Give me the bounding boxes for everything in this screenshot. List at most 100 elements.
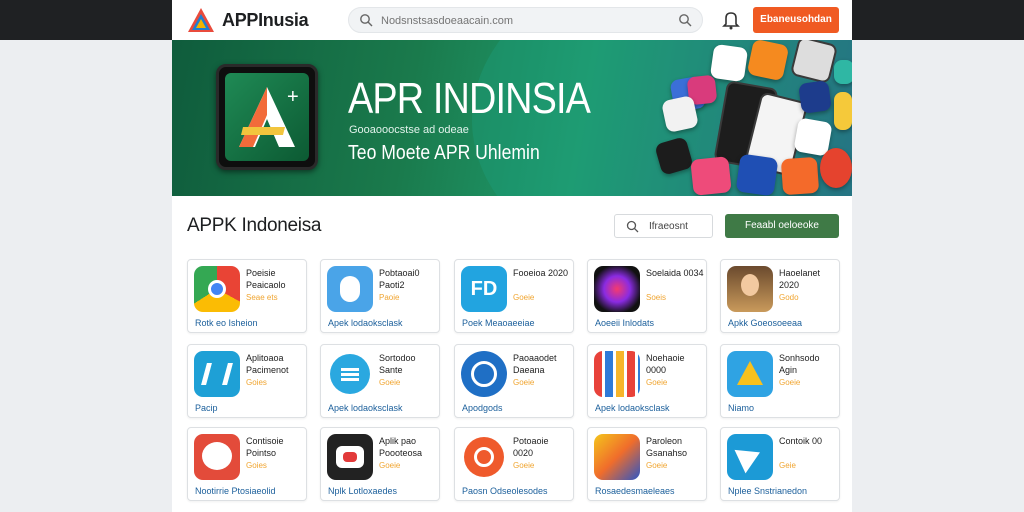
app-link[interactable]: Paosn Odseolesodes — [462, 486, 548, 496]
app-meta: Godo — [779, 293, 799, 302]
app-name: Poeisie Peaicaolo — [246, 268, 286, 290]
collage-tile — [709, 43, 749, 83]
app-card[interactable]: Paroleon Gsanahso Goeie Rosaedesmaeleaes — [587, 427, 707, 501]
app-card[interactable]: Pobtaoai0 Paoti2 Paoie Apek lodaoksclask — [320, 259, 440, 333]
collage-tile — [735, 153, 779, 196]
app-link[interactable]: Rosaedesmaeleaes — [595, 486, 675, 496]
bars-icon — [194, 351, 240, 397]
app-card[interactable]: Potoaoie 0020 Goeie Paosn Odseolesodes — [454, 427, 574, 501]
app-name: Haoelanet 2020 — [779, 268, 821, 290]
app-meta: Paoie — [379, 293, 400, 302]
app-link[interactable]: Apek lodaoksclask — [328, 403, 403, 413]
grid-icon — [594, 351, 640, 397]
app-meta: Goeie — [513, 461, 535, 470]
app-card[interactable]: FD Fooeioa 2020 Goeie Poek Meaoaeeiae — [454, 259, 574, 333]
app-name: Sortodoo Sante — [379, 353, 416, 375]
app-link[interactable]: Poek Meaoaeeiae — [462, 318, 535, 328]
app-meta: Goies — [246, 461, 267, 470]
app-link[interactable]: Apek lodaoksclask — [328, 318, 403, 328]
app-card[interactable]: Noehaoie 0000 Goeie Apek lodaoksclask — [587, 344, 707, 418]
app-name: Contisoie Pointso — [246, 436, 284, 458]
search-bar[interactable] — [348, 7, 703, 33]
view-all-button[interactable]: Feaabl oeloeoke — [725, 214, 839, 238]
app-name: Pobtaoai0 Paoti2 — [379, 268, 420, 290]
hero-banner[interactable]: + APR INDINSIA Gooaooocstse ad odeae Teo… — [172, 40, 852, 196]
app-link[interactable]: Pacip — [195, 403, 218, 413]
collage-tile — [820, 148, 852, 188]
app-meta: Goeie — [646, 378, 668, 387]
app-card[interactable]: Sortodoo Sante Goeie Apek lodaoksclask — [320, 344, 440, 418]
app-name: Paroleon Gsanahso — [646, 436, 688, 458]
app-card[interactable]: Sonhsodo Agin Goeie Niamo — [720, 344, 840, 418]
clock-icon — [461, 434, 507, 480]
app-meta: Goeie — [513, 293, 535, 302]
search-icon — [626, 220, 639, 233]
app-link[interactable]: Apodgods — [462, 403, 503, 413]
record-icon — [327, 434, 373, 480]
app-card[interactable]: Paoaaodet Daeana Goeie Apodgods — [454, 344, 574, 418]
filter-dropdown[interactable]: Ifraeosnt — [614, 214, 713, 238]
app-link[interactable]: Nplee Snstrianedon — [728, 486, 807, 496]
butterfly-icon — [594, 266, 640, 312]
triangle-icon — [727, 351, 773, 397]
app-name: Aplitoaoa Pacimenot — [246, 353, 289, 375]
app-card[interactable]: Soelaida 0034 Soeis Aoeeii Inlodats — [587, 259, 707, 333]
app-name: Contoik 00 — [779, 436, 823, 446]
hero-app-logo: + — [216, 64, 318, 170]
hero-title: APR INDINSIA — [348, 74, 591, 123]
download-button[interactable]: Ebaneusohdan — [753, 7, 839, 33]
app-meta: Geie — [779, 461, 796, 470]
app-link[interactable]: Aoeeii Inlodats — [595, 318, 654, 328]
menu-icon — [327, 351, 373, 397]
app-link[interactable]: Nootirrie Ptosiaeolid — [195, 486, 276, 496]
search-input[interactable] — [381, 12, 671, 29]
right-gutter — [852, 40, 1024, 512]
app-link[interactable]: Niamo — [728, 403, 754, 413]
collage-tile — [834, 60, 852, 84]
game-icon — [594, 434, 640, 480]
brand-name[interactable]: APPInusia — [222, 10, 309, 31]
app-card[interactable]: Contisoie Pointso Goies Nootirrie Ptosiaeo… — [187, 427, 307, 501]
app-meta: Goeie — [646, 461, 668, 470]
fd-icon: FD — [461, 266, 507, 312]
filter-label: Ifraeosnt — [649, 221, 688, 232]
app-link[interactable]: Rotk eo Isheion — [195, 318, 258, 328]
app-name: Potoaoie 0020 — [513, 436, 549, 458]
brand-logo-icon[interactable] — [186, 6, 216, 34]
bell-icon[interactable] — [722, 10, 740, 30]
collage-tile — [834, 92, 852, 130]
app-card[interactable]: Contoik 00 Geie Nplee Snstrianedon — [720, 427, 840, 501]
collage-tile — [780, 156, 820, 196]
app-meta: Goeie — [779, 378, 801, 387]
app-link[interactable]: Nplk Lotloxaedes — [328, 486, 397, 496]
app-name: Paoaaodet Daeana — [513, 353, 557, 375]
app-name: Aplik pao Poooteosa — [379, 436, 423, 458]
svg-text:+: + — [287, 86, 299, 108]
app-meta: Goies — [246, 378, 267, 387]
app-meta: Seae ets — [246, 293, 278, 302]
portrait-icon — [727, 266, 773, 312]
search-submit-icon[interactable] — [678, 13, 692, 27]
hero-subtitle: Gooaooocstse ad odeae — [349, 124, 469, 136]
arrow-icon — [727, 434, 773, 480]
app-link[interactable]: Apkk Goeosoeeaa — [728, 318, 802, 328]
hero-a-logo-icon: + — [239, 86, 299, 147]
app-link[interactable]: Apek lodaoksclask — [595, 403, 670, 413]
left-gutter — [0, 40, 172, 512]
top-bar-left-dark — [0, 0, 172, 40]
section-title: APPK Indoneisa — [187, 215, 322, 236]
collage-tile — [690, 156, 732, 196]
app-name: Soelaida 0034 — [646, 268, 704, 278]
chrome-like-icon — [194, 266, 240, 312]
app-name: Sonhsodo Agin — [779, 353, 820, 375]
app-meta: Goeie — [379, 461, 401, 470]
app-card[interactable]: Aplik pao Poooteosa Goeie Nplk Lotloxaedes — [320, 427, 440, 501]
app-card[interactable]: Poeisie Peaicaolo Seae ets Rotk eo Isheion — [187, 259, 307, 333]
app-card[interactable]: Haoelanet 2020 Godo Apkk Goeosoeeaa — [720, 259, 840, 333]
app-card[interactable]: Aplitoaoa Pacimenot Goies Pacip — [187, 344, 307, 418]
chat-icon — [194, 434, 240, 480]
app-name: Noehaoie 0000 — [646, 353, 685, 375]
search-icon — [360, 14, 373, 27]
app-meta: Soeis — [646, 293, 667, 302]
top-bar-right-dark — [852, 0, 1024, 40]
